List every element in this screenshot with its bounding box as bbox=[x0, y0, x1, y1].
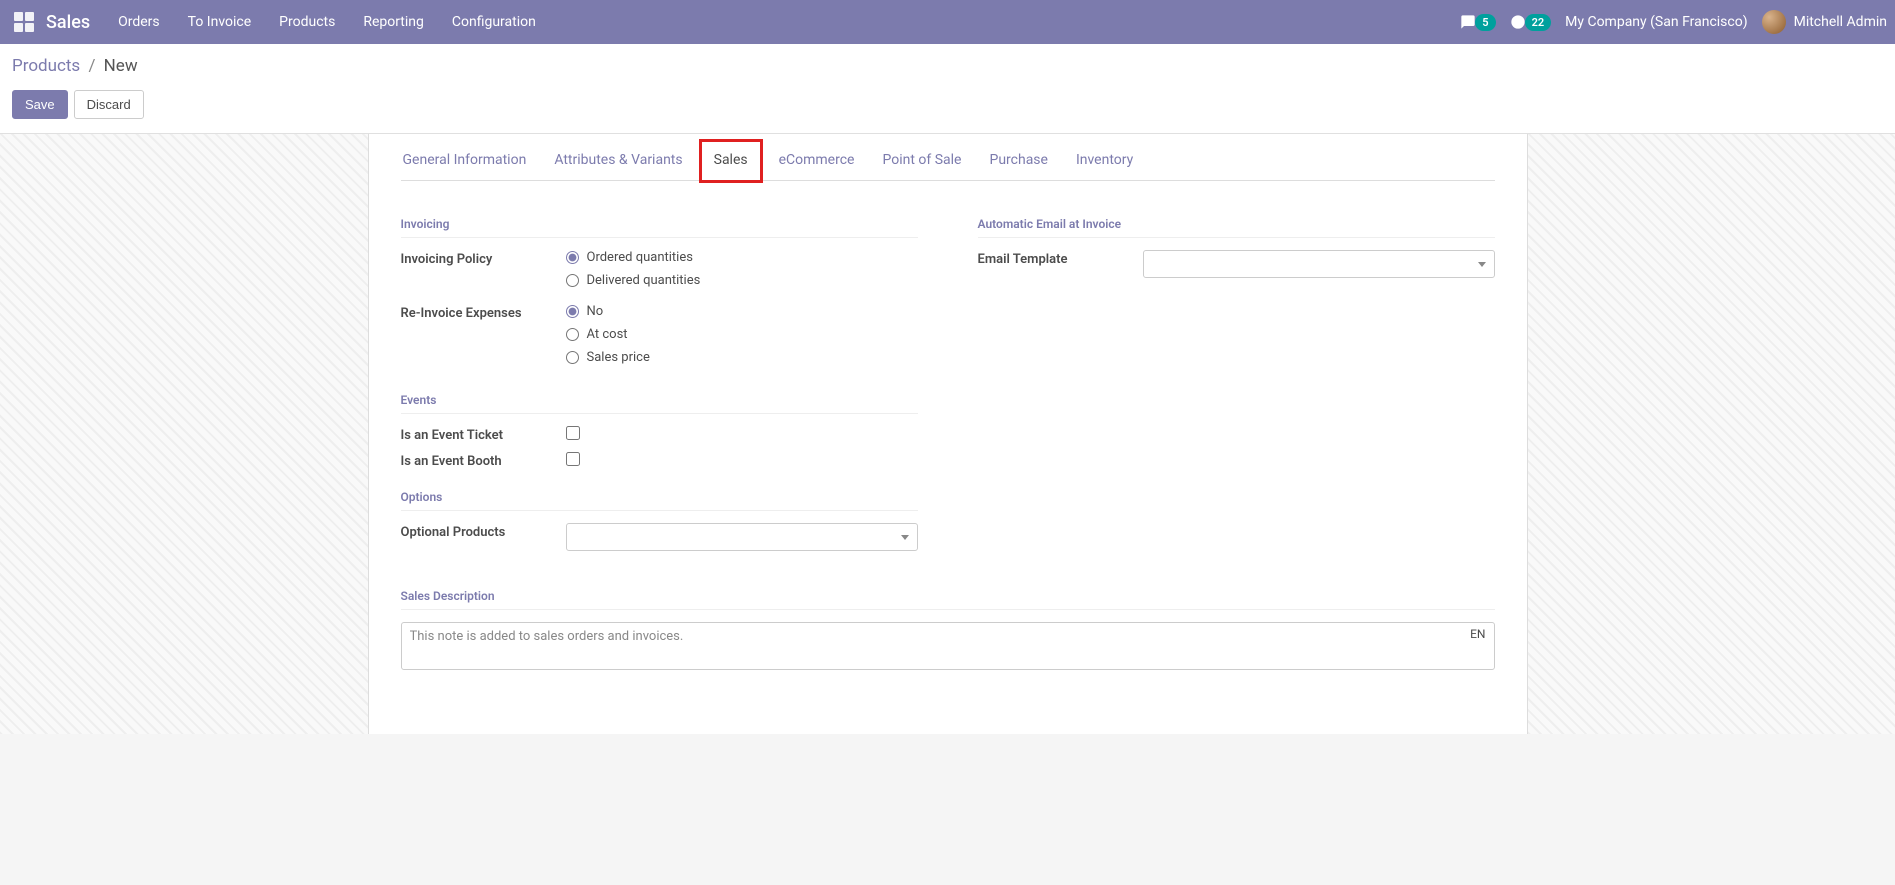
section-sales-description: Sales Description bbox=[401, 589, 1495, 610]
label-event-booth: Is an Event Booth bbox=[401, 452, 566, 470]
chevron-down-icon bbox=[901, 535, 909, 540]
tab-inventory[interactable]: Inventory bbox=[1074, 142, 1135, 180]
tab-point-of-sale[interactable]: Point of Sale bbox=[880, 142, 963, 180]
form-sheet: General Information Attributes & Variant… bbox=[368, 134, 1528, 734]
tab-purchase[interactable]: Purchase bbox=[987, 142, 1049, 180]
label-event-ticket: Is an Event Ticket bbox=[401, 426, 566, 444]
select-optional-products[interactable] bbox=[566, 523, 918, 551]
re-invoice-group: No At cost Sales price bbox=[566, 304, 918, 373]
activities-count: 22 bbox=[1525, 14, 1552, 31]
company-switcher[interactable]: My Company (San Francisco) bbox=[1565, 14, 1747, 30]
messages-button[interactable]: 5 bbox=[1460, 14, 1495, 31]
checkbox-event-booth[interactable] bbox=[566, 452, 580, 466]
menu-reporting[interactable]: Reporting bbox=[363, 14, 424, 30]
breadcrumb-current: New bbox=[104, 56, 138, 76]
breadcrumb-products[interactable]: Products bbox=[12, 56, 80, 76]
avatar bbox=[1762, 10, 1786, 34]
tab-general-information[interactable]: General Information bbox=[401, 142, 529, 180]
menu-products[interactable]: Products bbox=[279, 14, 335, 30]
discard-button[interactable]: Discard bbox=[74, 90, 144, 119]
menu-to-invoice[interactable]: To Invoice bbox=[188, 14, 252, 30]
user-name: Mitchell Admin bbox=[1794, 14, 1887, 30]
section-events: Events bbox=[401, 393, 918, 414]
section-auto-email: Automatic Email at Invoice bbox=[978, 217, 1495, 238]
clock-icon bbox=[1510, 14, 1526, 30]
save-button[interactable]: Save bbox=[12, 90, 68, 119]
top-menu: Orders To Invoice Products Reporting Con… bbox=[118, 14, 536, 30]
radio-sales-price[interactable]: Sales price bbox=[566, 350, 918, 365]
label-invoicing-policy: Invoicing Policy bbox=[401, 250, 566, 296]
breadcrumb: Products / New bbox=[12, 56, 1883, 76]
chevron-down-icon bbox=[1478, 262, 1486, 267]
topbar: Sales Orders To Invoice Products Reporti… bbox=[0, 0, 1895, 44]
chat-icon bbox=[1460, 14, 1476, 30]
invoicing-policy-group: Ordered quantities Delivered quantities bbox=[566, 250, 918, 296]
label-optional-products: Optional Products bbox=[401, 523, 566, 551]
section-options: Options bbox=[401, 490, 918, 511]
tab-attributes-variants[interactable]: Attributes & Variants bbox=[552, 142, 684, 180]
tab-ecommerce[interactable]: eCommerce bbox=[777, 142, 857, 180]
header-bar: Products / New Save Discard bbox=[0, 44, 1895, 134]
lang-badge[interactable]: EN bbox=[1470, 627, 1485, 641]
radio-ordered-quantities[interactable]: Ordered quantities bbox=[566, 250, 918, 265]
radio-at-cost[interactable]: At cost bbox=[566, 327, 918, 342]
activities-button[interactable]: 22 bbox=[1510, 14, 1552, 31]
radio-no[interactable]: No bbox=[566, 304, 918, 319]
breadcrumb-sep: / bbox=[88, 56, 95, 76]
messages-count: 5 bbox=[1475, 14, 1495, 31]
section-invoicing: Invoicing bbox=[401, 217, 918, 238]
sales-description-input[interactable] bbox=[410, 629, 1450, 659]
sales-description-wrap: EN bbox=[401, 622, 1495, 670]
tabs: General Information Attributes & Variant… bbox=[401, 142, 1495, 181]
tab-sales[interactable]: Sales bbox=[699, 139, 763, 183]
menu-orders[interactable]: Orders bbox=[118, 14, 160, 30]
user-menu[interactable]: Mitchell Admin bbox=[1762, 10, 1887, 34]
checkbox-event-ticket[interactable] bbox=[566, 426, 580, 440]
apps-icon[interactable] bbox=[14, 12, 34, 32]
menu-configuration[interactable]: Configuration bbox=[452, 14, 536, 30]
label-re-invoice: Re-Invoice Expenses bbox=[401, 304, 566, 373]
label-email-template: Email Template bbox=[978, 250, 1143, 278]
select-email-template[interactable] bbox=[1143, 250, 1495, 278]
radio-delivered-quantities[interactable]: Delivered quantities bbox=[566, 273, 918, 288]
app-brand[interactable]: Sales bbox=[46, 12, 90, 33]
